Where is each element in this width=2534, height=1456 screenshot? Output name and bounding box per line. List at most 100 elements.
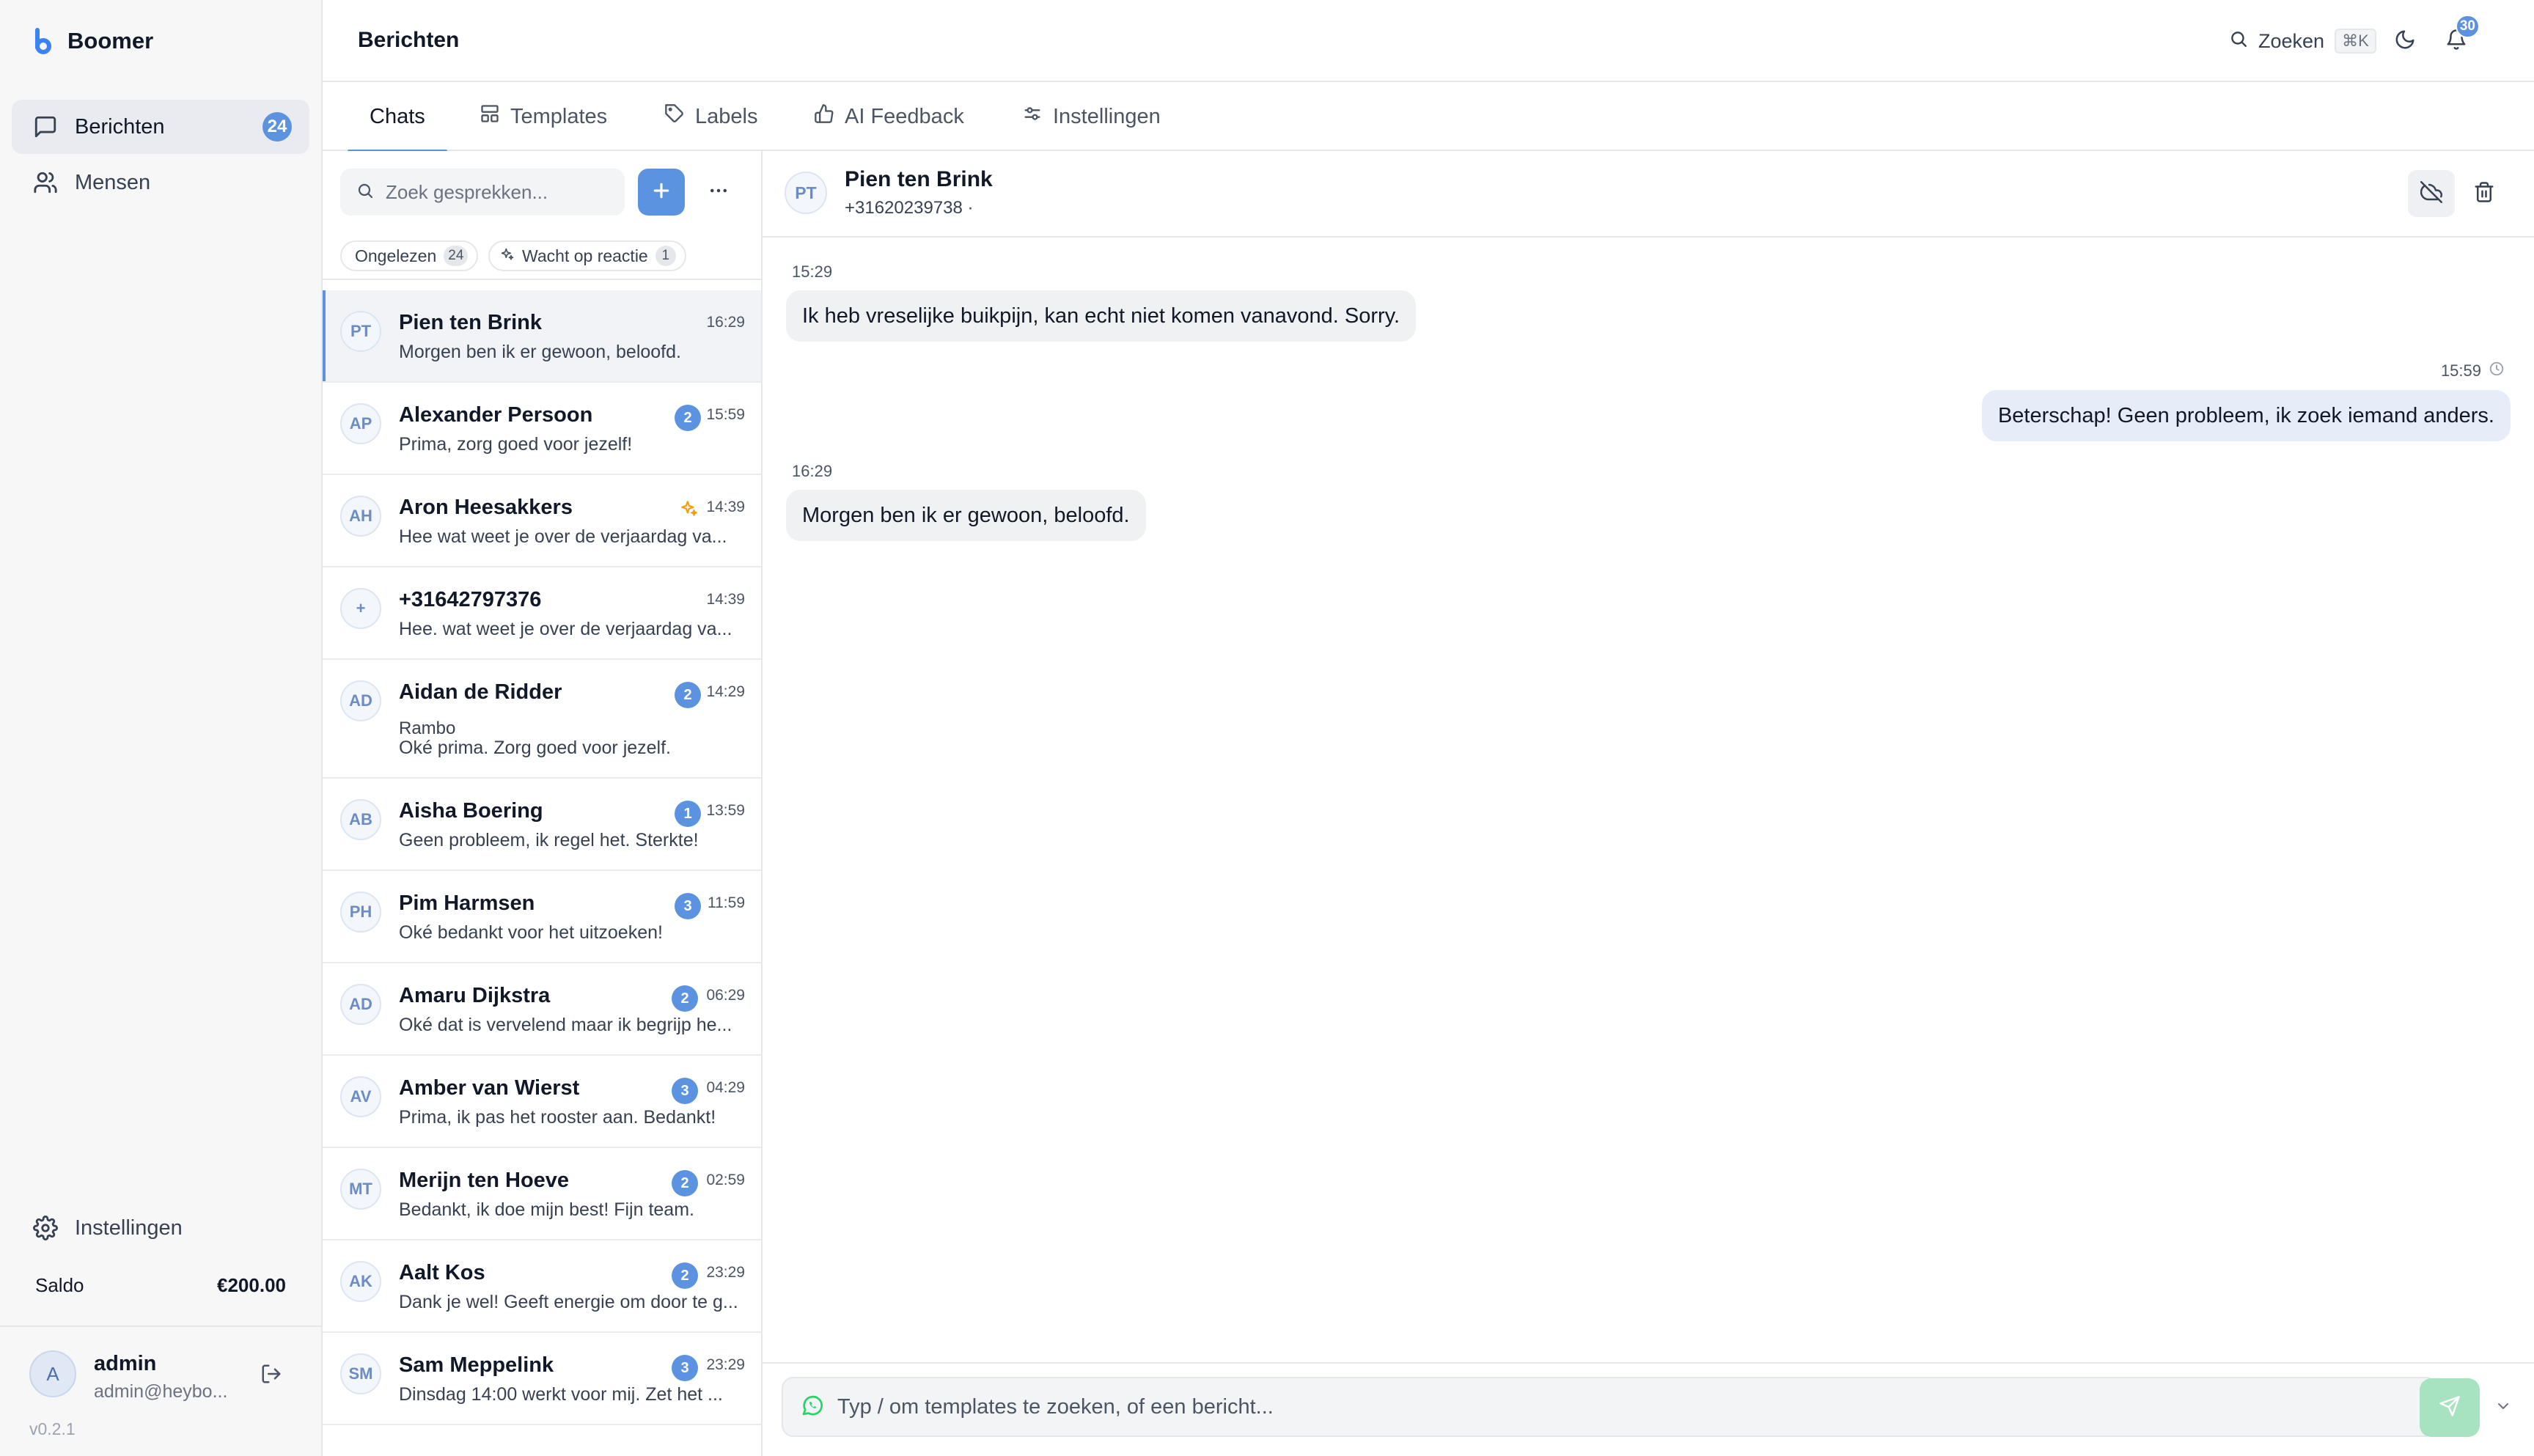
list-item[interactable]: AD Amaru Dijkstra 2 06:29 Oké dat is ver… <box>323 963 761 1056</box>
unread-count-badge: 3 <box>672 1355 698 1381</box>
unread-count-badge: 2 <box>672 985 698 1012</box>
sidebar-item-label: Berichten <box>75 114 165 139</box>
delete-conversation-button[interactable] <box>2461 170 2508 217</box>
unread-count-badge: 2 <box>672 1262 698 1289</box>
list-item[interactable]: PH Pim Harmsen 3 11:59 Oké bedankt voor … <box>323 871 761 963</box>
chevron-down-icon <box>2494 1397 2512 1419</box>
last-message-time: 23:29 <box>706 1264 745 1281</box>
mute-ai-button[interactable] <box>2408 170 2455 217</box>
unread-count-badge: 2 <box>675 405 701 431</box>
avatar: PT <box>340 311 381 352</box>
chip-count: 1 <box>655 246 676 266</box>
balance: Saldo €200.00 <box>35 1274 286 1297</box>
last-message-time: 14:29 <box>706 683 745 700</box>
last-message-time: 13:59 <box>706 802 745 819</box>
message-square-icon <box>32 114 59 140</box>
new-conversation-button[interactable] <box>638 169 685 216</box>
incoming-message: Morgen ben ik er gewoon, beloofd. <box>786 490 1146 541</box>
conversation-search[interactable] <box>340 169 625 216</box>
tag-icon <box>664 103 685 130</box>
avatar: SM <box>340 1353 381 1394</box>
sidebar: Boomer Berichten 24 Mensen Instellingen … <box>0 0 323 1456</box>
contact-name: Pien ten Brink <box>399 311 542 334</box>
app-root: Boomer Berichten 24 Mensen Instellingen … <box>0 0 2534 1456</box>
avatar: AK <box>340 1261 381 1302</box>
last-message-time: 04:29 <box>706 1079 745 1096</box>
contact-name: Pim Harmsen <box>399 891 535 915</box>
last-message-preview: Prima, ik pas het rooster aan. Bedankt! <box>399 1107 716 1128</box>
last-message-preview: Hee wat weet je over de verjaardag va... <box>399 526 727 547</box>
global-search-button[interactable]: Zoeken ⌘K <box>2229 25 2376 57</box>
logout-icon[interactable] <box>258 1361 284 1387</box>
list-item[interactable]: MT Merijn ten Hoeve 2 02:59 Bedankt, ik … <box>323 1148 761 1240</box>
message-time-row: 15:59 <box>2441 361 2505 381</box>
search-icon <box>2229 29 2248 54</box>
clock-icon <box>2489 361 2505 381</box>
sidebar-item-mensen[interactable]: Mensen <box>12 155 309 210</box>
brand[interactable]: Boomer <box>32 26 153 56</box>
notifications-button[interactable]: 30 <box>2439 15 2480 59</box>
tab-instellingen[interactable]: Instellingen <box>1022 82 1161 151</box>
avatar: AB <box>340 799 381 840</box>
tab-templates[interactable]: Templates <box>480 82 607 151</box>
tab-labels[interactable]: Labels <box>664 82 757 151</box>
tab-chats[interactable]: Chats <box>348 82 447 152</box>
search-label: Zoeken <box>2258 29 2325 52</box>
list-item[interactable]: + +31642797376 14:39 Hee. wat weet je ov… <box>323 567 761 660</box>
unread-count-badge: 3 <box>672 1078 698 1104</box>
last-message-preview: Morgen ben ik er gewoon, beloofd. <box>399 342 681 362</box>
avatar[interactable]: A <box>29 1350 76 1397</box>
sidebar-item-instellingen[interactable]: Instellingen <box>12 1201 309 1255</box>
last-message-time: 11:59 <box>708 894 745 911</box>
conversation-search-input[interactable] <box>386 180 606 204</box>
list-item[interactable]: SM Sam Meppelink 3 23:29 Dinsdag 14:00 w… <box>323 1333 761 1425</box>
list-item[interactable]: AV Amber van Wierst 3 04:29 Prima, ik pa… <box>323 1056 761 1148</box>
list-item[interactable]: AH Aron Heesakkers 14:39 Hee wat weet je… <box>323 475 761 567</box>
contact-name: Merijn ten Hoeve <box>399 1169 570 1192</box>
message-input[interactable] <box>837 1394 2418 1419</box>
avatar: PH <box>340 891 381 933</box>
sparkles-icon <box>677 497 701 521</box>
contact-nickname: Rambo <box>399 718 456 738</box>
message-time: 15:59 <box>2440 361 2481 380</box>
filter-awaiting-reply-chip[interactable]: Wacht op reactie 1 <box>488 240 686 271</box>
message-time: 16:29 <box>792 462 833 480</box>
last-message-time: 14:39 <box>706 591 745 608</box>
list-item[interactable]: PT Pien ten Brink 16:29 Morgen ben ik er… <box>323 290 761 383</box>
more-horizontal-icon <box>708 180 730 205</box>
tab-label: Chats <box>370 104 425 128</box>
unread-count-badge: 2 <box>675 682 701 708</box>
last-message-time: 16:29 <box>706 314 745 331</box>
chip-count: 24 <box>444 246 469 266</box>
theme-toggle-button[interactable] <box>2387 23 2423 59</box>
send-button[interactable] <box>2420 1378 2480 1437</box>
whatsapp-icon <box>801 1394 824 1421</box>
message-composer[interactable] <box>782 1377 2437 1437</box>
app-version: v0.2.1 <box>29 1419 76 1438</box>
gear-icon <box>32 1215 59 1241</box>
list-item[interactable]: AB Aisha Boering 1 13:59 Geen probleem, … <box>323 779 761 871</box>
more-options-button[interactable] <box>701 176 736 208</box>
avatar: AV <box>340 1076 381 1117</box>
conversation-list: PT Pien ten Brink 16:29 Morgen ben ik er… <box>323 290 761 1425</box>
tab-ai-feedback[interactable]: AI Feedback <box>814 82 964 151</box>
sliders-icon <box>1022 103 1043 130</box>
chip-label: Wacht op reactie <box>522 246 648 265</box>
contact-name: Pien ten Brink <box>845 167 993 191</box>
list-item[interactable]: AD Aidan de Ridder 2 14:29 Rambo Oké pri… <box>323 660 761 779</box>
sparkles-icon <box>500 246 515 266</box>
user-email: admin@heybo... <box>94 1381 228 1402</box>
filter-unread-chip[interactable]: Ongelezen 24 <box>340 240 479 271</box>
contact-name: Sam Meppelink <box>399 1353 554 1377</box>
list-item[interactable]: AK Aalt Kos 2 23:29 Dank je wel! Geeft e… <box>323 1240 761 1333</box>
contact-name: Amaru Dijkstra <box>399 984 551 1007</box>
avatar: AH <box>340 496 381 537</box>
avatar[interactable]: PT <box>785 172 827 214</box>
sidebar-item-berichten[interactable]: Berichten 24 <box>12 100 309 154</box>
avatar: + <box>340 588 381 629</box>
send-options-button[interactable] <box>2490 1394 2516 1421</box>
last-message-preview: Oké dat is vervelend maar ik begrijp he.… <box>399 1015 732 1035</box>
list-item[interactable]: AP Alexander Persoon 2 15:59 Prima, zorg… <box>323 383 761 475</box>
sidebar-item-label: Instellingen <box>75 1216 183 1240</box>
last-message-time: 06:29 <box>706 987 745 1004</box>
